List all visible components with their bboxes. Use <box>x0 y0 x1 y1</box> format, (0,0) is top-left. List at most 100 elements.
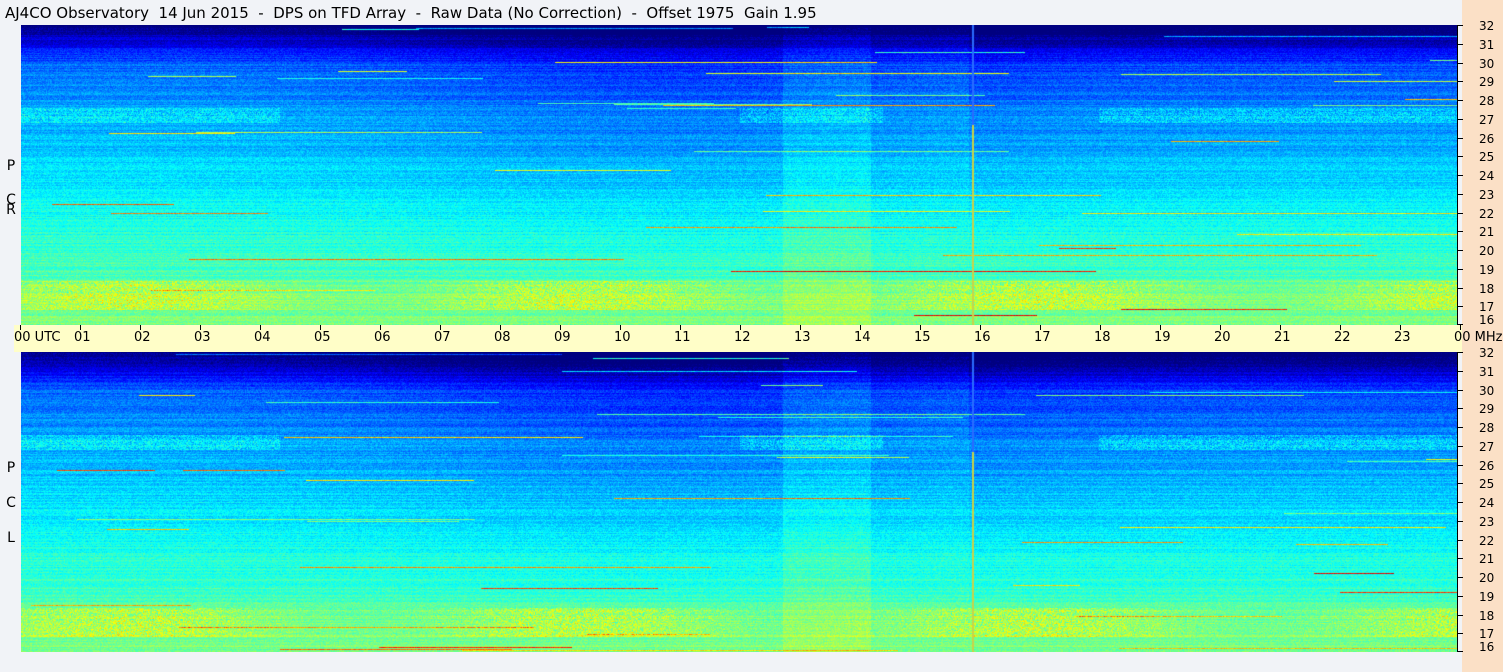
frequency-tick-label: 18 <box>1479 282 1495 296</box>
frequency-tick-label: 22 <box>1479 207 1495 221</box>
time-tick-label: 13 <box>794 330 811 345</box>
frequency-tick <box>1457 502 1463 503</box>
time-tick-label: 17 <box>1034 330 1051 345</box>
frequency-tick-label: 17 <box>1479 627 1495 641</box>
frequency-tick-label: 26 <box>1479 459 1495 473</box>
frequency-tick-label: 24 <box>1479 496 1495 510</box>
lcp-letter-l: L <box>7 530 15 546</box>
time-tick-label: 07 <box>434 330 451 345</box>
lcp-spectrogram-image <box>21 352 1457 652</box>
lcp-letter-p: P <box>6 460 16 476</box>
frequency-tick-label: 28 <box>1479 421 1495 435</box>
frequency-tick <box>1457 615 1463 616</box>
lcp-spectrogram[interactable] <box>21 352 1457 652</box>
time-tick-label: 06 <box>374 330 391 345</box>
frequency-tick <box>1457 408 1463 409</box>
frequency-tick-label: 32 <box>1479 346 1495 360</box>
frequency-tick-label: 29 <box>1479 75 1495 89</box>
frequency-tick <box>1457 371 1463 372</box>
time-tick-label: 11 <box>674 330 691 345</box>
frequency-tick-label: 31 <box>1479 38 1495 52</box>
frequency-tick-label: 22 <box>1479 534 1495 548</box>
frequency-tick-label: 25 <box>1479 477 1495 491</box>
time-tick-label: 00 MHz <box>1454 330 1503 345</box>
frequency-tick <box>1457 558 1463 559</box>
frequency-tick-label: 31 <box>1479 365 1495 379</box>
frequency-tick <box>1457 483 1463 484</box>
frequency-tick-label: 19 <box>1479 590 1495 604</box>
frequency-tick <box>1457 651 1463 652</box>
time-tick-label: 14 <box>854 330 871 345</box>
rcp-letter-r: R <box>6 202 16 218</box>
frequency-tick-label: 21 <box>1479 552 1495 566</box>
frequency-tick <box>1457 577 1463 578</box>
frequency-tick <box>1457 288 1463 289</box>
frequency-tick-label: 23 <box>1479 188 1495 202</box>
frequency-tick <box>1457 250 1463 251</box>
frequency-tick <box>1457 352 1463 353</box>
time-tick-label: 19 <box>1154 330 1171 345</box>
lcp-side-label: P C L <box>4 352 18 652</box>
frequency-tick <box>1457 465 1463 466</box>
time-tick-label: 21 <box>1274 330 1291 345</box>
frequency-tick <box>1457 25 1463 26</box>
time-tick-label: 16 <box>974 330 991 345</box>
frequency-tick <box>1457 138 1463 139</box>
time-tick-label: 02 <box>134 330 151 345</box>
frequency-tick-label: 17 <box>1479 300 1495 314</box>
frequency-tick-label: 28 <box>1479 94 1495 108</box>
frequency-tick-label: 24 <box>1479 169 1495 183</box>
rcp-spectrogram-image <box>21 25 1457 325</box>
time-tick-label: 22 <box>1334 330 1351 345</box>
frequency-tick <box>1457 521 1463 522</box>
time-tick-label: 01 <box>74 330 91 345</box>
frequency-tick-label: 27 <box>1479 440 1495 454</box>
time-tick-label: 15 <box>914 330 931 345</box>
rcp-spectrogram[interactable] <box>21 25 1457 325</box>
frequency-tick-label: 20 <box>1479 244 1495 258</box>
rcp-letter-p: P <box>6 158 16 174</box>
frequency-tick-label: 16 <box>1479 313 1495 327</box>
frequency-tick <box>1457 596 1463 597</box>
frequency-tick <box>1457 306 1463 307</box>
rcp-side-label: P C R <box>4 25 18 325</box>
time-tick-label: 10 <box>614 330 631 345</box>
frequency-tick-label: 25 <box>1479 150 1495 164</box>
frequency-tick <box>1457 213 1463 214</box>
time-tick-label: 00 UTC <box>14 330 61 345</box>
lcp-letter-c: C <box>6 495 16 511</box>
frequency-tick-label: 29 <box>1479 402 1495 416</box>
frequency-tick-label: 23 <box>1479 515 1495 529</box>
time-tick-label: 09 <box>554 330 571 345</box>
time-tick-label: 04 <box>254 330 271 345</box>
time-tick-label: 12 <box>734 330 751 345</box>
frequency-tick <box>1457 44 1463 45</box>
time-tick-label: 20 <box>1214 330 1231 345</box>
time-tick-label: 23 <box>1394 330 1411 345</box>
frequency-tick-label: 19 <box>1479 263 1495 277</box>
frequency-tick-label: 27 <box>1479 113 1495 127</box>
frequency-tick <box>1457 156 1463 157</box>
frequency-tick <box>1457 119 1463 120</box>
frequency-tick <box>1457 427 1463 428</box>
time-tick-label: 08 <box>494 330 511 345</box>
frequency-tick <box>1457 633 1463 634</box>
frequency-tick <box>1457 194 1463 195</box>
frequency-tick <box>1457 175 1463 176</box>
frequency-tick-label: 30 <box>1479 57 1495 71</box>
frequency-tick <box>1457 231 1463 232</box>
frequency-tick <box>1457 446 1463 447</box>
frequency-tick <box>1457 81 1463 82</box>
lcp-frequency-axis: 32 31 30 29 28 27 26 25 24 23 22 21 20 19 18 17 16 <box>1457 347 1503 654</box>
time-tick-label: 05 <box>314 330 331 345</box>
frequency-tick-label: 26 <box>1479 132 1495 146</box>
frequency-tick-label: 21 <box>1479 225 1495 239</box>
frequency-tick-label: 16 <box>1479 640 1495 654</box>
frequency-tick <box>1457 390 1463 391</box>
frequency-tick <box>1457 63 1463 64</box>
frequency-tick-label: 20 <box>1479 571 1495 585</box>
frequency-tick <box>1457 100 1463 101</box>
utc-time-axis: 00 UTC 01 02 03 04 05 06 07 08 09 10 11 12 13 14 15 16 17… <box>14 325 1503 352</box>
frequency-tick-label: 18 <box>1479 609 1495 623</box>
frequency-tick-label: 30 <box>1479 384 1495 398</box>
